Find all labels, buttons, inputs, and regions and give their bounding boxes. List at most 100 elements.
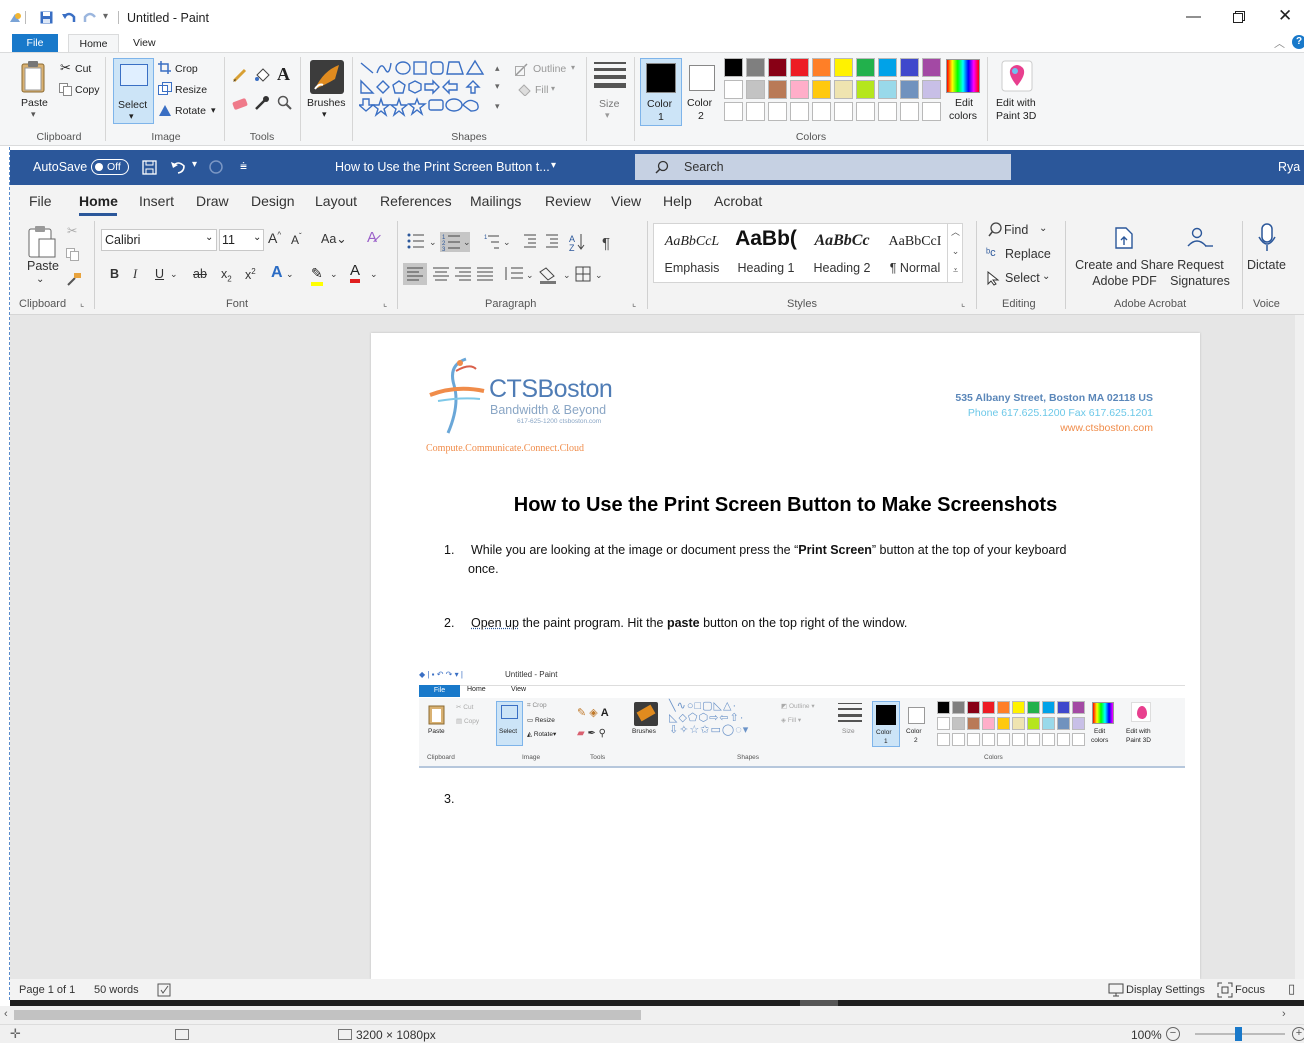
focus-mode[interactable]: Focus bbox=[1235, 984, 1265, 996]
size-icon[interactable] bbox=[593, 61, 627, 91]
search-box[interactable]: Search bbox=[635, 154, 1011, 180]
palette-swatch[interactable] bbox=[812, 80, 831, 99]
menu-draw[interactable]: Draw bbox=[196, 193, 229, 209]
restore-button[interactable] bbox=[1233, 11, 1245, 23]
rotate-button[interactable]: Rotate bbox=[175, 105, 206, 117]
word-copy-icon[interactable] bbox=[66, 248, 80, 262]
menu-layout[interactable]: Layout bbox=[315, 193, 357, 209]
autosave-toggle[interactable]: Off bbox=[91, 159, 129, 175]
menu-help[interactable]: Help bbox=[663, 193, 692, 209]
grow-font-icon[interactable]: A^ bbox=[268, 230, 281, 246]
word-count[interactable]: 50 words bbox=[94, 984, 139, 996]
font-launcher-icon[interactable]: ⌞ bbox=[383, 298, 387, 309]
scroll-left-icon[interactable]: ‹ bbox=[4, 1008, 8, 1020]
italic-icon[interactable]: I bbox=[133, 267, 137, 282]
paint3d-icon[interactable] bbox=[1001, 60, 1033, 92]
menu-review[interactable]: Review bbox=[545, 193, 591, 209]
palette-swatch[interactable] bbox=[856, 58, 875, 77]
paste-dropdown-icon[interactable]: ▾ bbox=[31, 109, 36, 120]
replace-icon[interactable]: ᵇc bbox=[986, 247, 996, 259]
create-pdf-label-1[interactable]: Create and Share bbox=[1074, 258, 1175, 272]
style-normal-preview[interactable]: AaBbCcI bbox=[880, 234, 950, 250]
fill-bucket-icon[interactable] bbox=[254, 67, 270, 83]
size-button[interactable]: Size bbox=[599, 98, 619, 110]
user-account[interactable]: Rya bbox=[1278, 160, 1300, 174]
crop-button[interactable]: Crop bbox=[175, 63, 198, 75]
request-signatures-label-2[interactable]: Signatures bbox=[1166, 274, 1234, 288]
text-effects-icon[interactable]: A bbox=[271, 264, 283, 282]
fill-dropdown-icon[interactable]: ▾ bbox=[551, 84, 555, 93]
custom-color-slot[interactable] bbox=[856, 102, 875, 121]
palette-swatch[interactable] bbox=[834, 80, 853, 99]
zoom-slider-thumb[interactable] bbox=[1235, 1027, 1242, 1041]
edit-paint3d-label-2[interactable]: Paint 3D bbox=[996, 110, 1036, 122]
palette-swatch[interactable] bbox=[922, 58, 941, 77]
tab-view[interactable]: View bbox=[125, 34, 164, 52]
palette-swatch[interactable] bbox=[724, 80, 743, 99]
document-page[interactable]: CTSBoston Bandwidth & Beyond 617-625-120… bbox=[371, 333, 1200, 979]
outline-icon[interactable] bbox=[515, 63, 529, 76]
help-icon[interactable]: ? bbox=[1292, 35, 1304, 49]
custom-color-slot[interactable] bbox=[922, 102, 941, 121]
save-icon[interactable] bbox=[40, 11, 53, 24]
paragraph-row2-icons[interactable]: ⌄ ⌄ ⌄ bbox=[403, 262, 643, 286]
custom-color-slot[interactable] bbox=[746, 102, 765, 121]
palette-swatch[interactable] bbox=[900, 58, 919, 77]
title-dropdown-icon[interactable]: ▾ bbox=[551, 160, 556, 171]
crop-icon[interactable] bbox=[158, 61, 171, 74]
outline-dropdown-icon[interactable]: ▾ bbox=[571, 63, 575, 72]
microphone-icon[interactable] bbox=[1257, 223, 1277, 253]
custom-color-slot[interactable] bbox=[724, 102, 743, 121]
menu-acrobat[interactable]: Acrobat bbox=[714, 193, 762, 209]
palette-swatch[interactable] bbox=[790, 58, 809, 77]
menu-view[interactable]: View bbox=[611, 193, 641, 209]
underline-dropdown-icon[interactable]: ⌄ bbox=[170, 269, 178, 280]
resize-button[interactable]: Resize bbox=[175, 84, 207, 96]
bold-icon[interactable]: B bbox=[110, 267, 119, 281]
palette-swatch[interactable] bbox=[746, 80, 765, 99]
palette-swatch[interactable] bbox=[746, 58, 765, 77]
word-paste-dropdown-icon[interactable]: ⌄ bbox=[36, 274, 44, 285]
outline-button[interactable]: Outline bbox=[533, 63, 566, 75]
select-cursor-icon[interactable] bbox=[987, 271, 1000, 286]
create-pdf-icon[interactable] bbox=[1113, 225, 1135, 251]
font-name-box[interactable]: Calibri ⌄ bbox=[101, 229, 217, 251]
color2-button[interactable]: Color 2 bbox=[684, 58, 724, 126]
text-tool-icon[interactable]: A bbox=[277, 64, 290, 85]
paragraph-launcher-icon[interactable]: ⌞ bbox=[632, 298, 636, 309]
style-heading2-preview[interactable]: AaBbCc bbox=[804, 232, 880, 250]
find-icon[interactable] bbox=[988, 222, 1003, 237]
highlight-icon[interactable]: ✎ bbox=[311, 265, 323, 286]
undo-dropdown-icon[interactable]: ▾ bbox=[192, 159, 197, 170]
styles-launcher-icon[interactable]: ⌞ bbox=[961, 298, 965, 309]
style-heading1[interactable]: Heading 1 bbox=[730, 261, 802, 275]
brushes-button[interactable]: Brushes bbox=[307, 97, 346, 109]
pencil-icon[interactable] bbox=[232, 67, 248, 83]
palette-swatch[interactable] bbox=[768, 80, 787, 99]
word-select-dropdown-icon[interactable]: ⌄ bbox=[1042, 271, 1050, 282]
shapes-gallery[interactable]: ▴ ▾ ▾ bbox=[359, 59, 509, 119]
menu-design[interactable]: Design bbox=[251, 193, 295, 209]
display-settings-icon[interactable] bbox=[1108, 983, 1124, 997]
palette-swatch[interactable] bbox=[724, 58, 743, 77]
word-doc-title[interactable]: How to Use the Print Screen Button t... bbox=[335, 160, 550, 174]
request-signatures-label-1[interactable]: Request bbox=[1173, 258, 1228, 272]
rotate-dropdown-icon[interactable]: ▾ bbox=[211, 105, 216, 116]
find-button[interactable]: Find bbox=[1004, 223, 1028, 237]
vertical-scrollbar[interactable] bbox=[1295, 315, 1304, 979]
palette-swatch[interactable] bbox=[900, 80, 919, 99]
resize-icon[interactable] bbox=[158, 82, 172, 95]
tab-file[interactable]: File bbox=[12, 34, 58, 52]
paste-icon[interactable] bbox=[20, 60, 48, 94]
text-effects-dropdown-icon[interactable]: ⌄ bbox=[286, 269, 294, 280]
focus-icon[interactable] bbox=[1217, 982, 1233, 998]
collapse-ribbon-icon[interactable]: ︿ bbox=[1274, 35, 1285, 51]
style-normal[interactable]: ¶ Normal bbox=[880, 261, 950, 275]
fill-button[interactable]: Fill bbox=[535, 84, 548, 96]
paste-button[interactable]: Paste bbox=[21, 97, 48, 109]
clear-formatting-icon[interactable]: A̷ bbox=[367, 229, 377, 246]
edit-paint3d-label-1[interactable]: Edit with bbox=[996, 97, 1036, 109]
palette-swatch[interactable] bbox=[768, 58, 787, 77]
subscript-icon[interactable]: x2 bbox=[221, 267, 232, 284]
proofing-icon[interactable] bbox=[157, 983, 171, 997]
